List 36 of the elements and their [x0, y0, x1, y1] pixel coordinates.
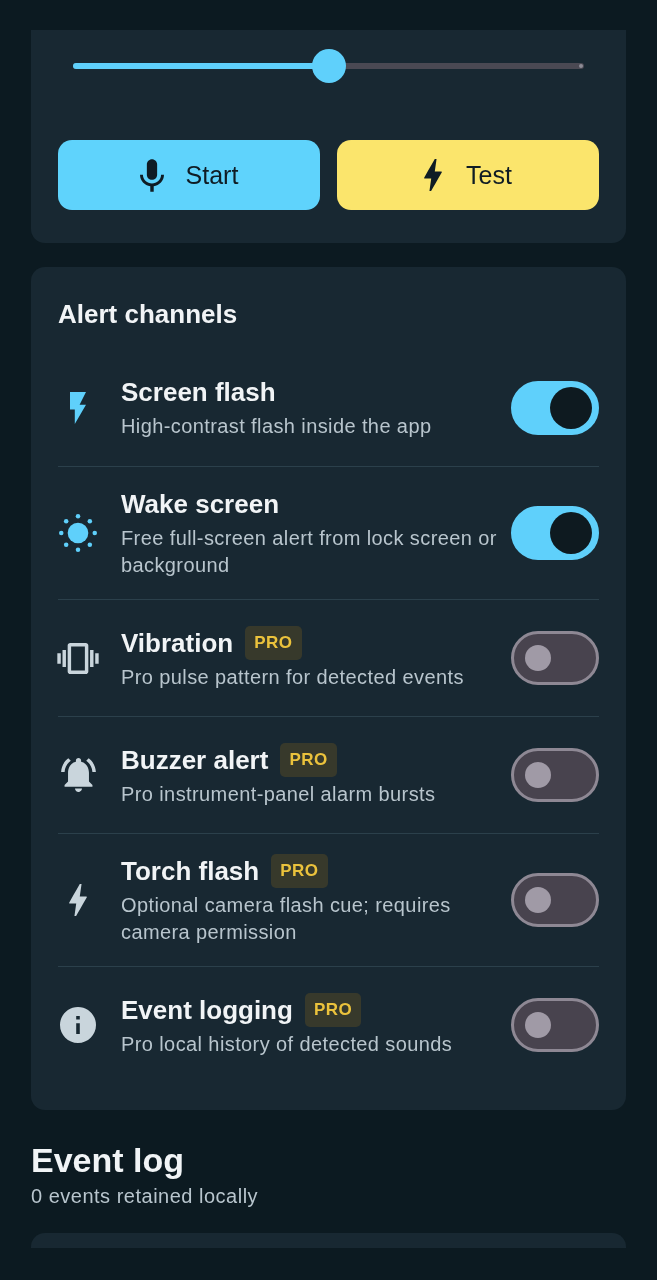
channel-description: Optional camera flash cue; requires camera permission [121, 893, 452, 945]
lightning-bolt-icon [69, 884, 87, 916]
toggle-switch[interactable] [511, 998, 599, 1052]
section-heading: Alert channels [58, 298, 239, 330]
start-button[interactable]: Start [58, 140, 320, 210]
pro-badge: PRO [304, 992, 362, 1027]
lightning-bolt-icon [424, 159, 443, 191]
channel-description: Pro instrument-panel alarm bursts [121, 781, 437, 807]
vibrating-phone-icon [57, 642, 99, 674]
toggle-switch[interactable] [511, 506, 599, 560]
pro-badge: PRO [271, 854, 328, 888]
lightning-bolt-icon [70, 391, 86, 424]
pro-badge: PRO [280, 742, 337, 777]
sun-icon [59, 514, 97, 552]
channel-description: Pro pulse pattern for detected events [121, 664, 465, 690]
channel-title: Vibration [121, 626, 234, 660]
channel-title: Event logging [121, 993, 293, 1027]
ringing-bell-icon [60, 758, 96, 792]
channel-description: Free full-screen alert from lock screen or background [121, 526, 498, 578]
toggle-switch[interactable] [511, 873, 599, 927]
test-button[interactable]: Test [337, 140, 599, 210]
channel-description: Pro local history of detected sounds [121, 1031, 454, 1057]
channel-description: High-contrast flash inside the app [121, 414, 433, 439]
toggle-switch[interactable] [511, 380, 599, 435]
microphone-icon [139, 158, 164, 192]
slider-thumb[interactable] [311, 49, 346, 83]
event-count: 0 events retained locally [31, 1184, 260, 1209]
channel-title: Wake screen [121, 488, 280, 521]
channel-title: Buzzer alert [121, 743, 269, 777]
info-icon [60, 1007, 96, 1043]
toggle-switch[interactable] [511, 631, 599, 685]
section-title: Event log [31, 1140, 186, 1181]
toggle-switch[interactable] [511, 748, 599, 802]
pro-badge: PRO [245, 625, 302, 660]
channel-title: Torch flash [121, 855, 260, 888]
channel-title: Screen flash [121, 376, 276, 409]
